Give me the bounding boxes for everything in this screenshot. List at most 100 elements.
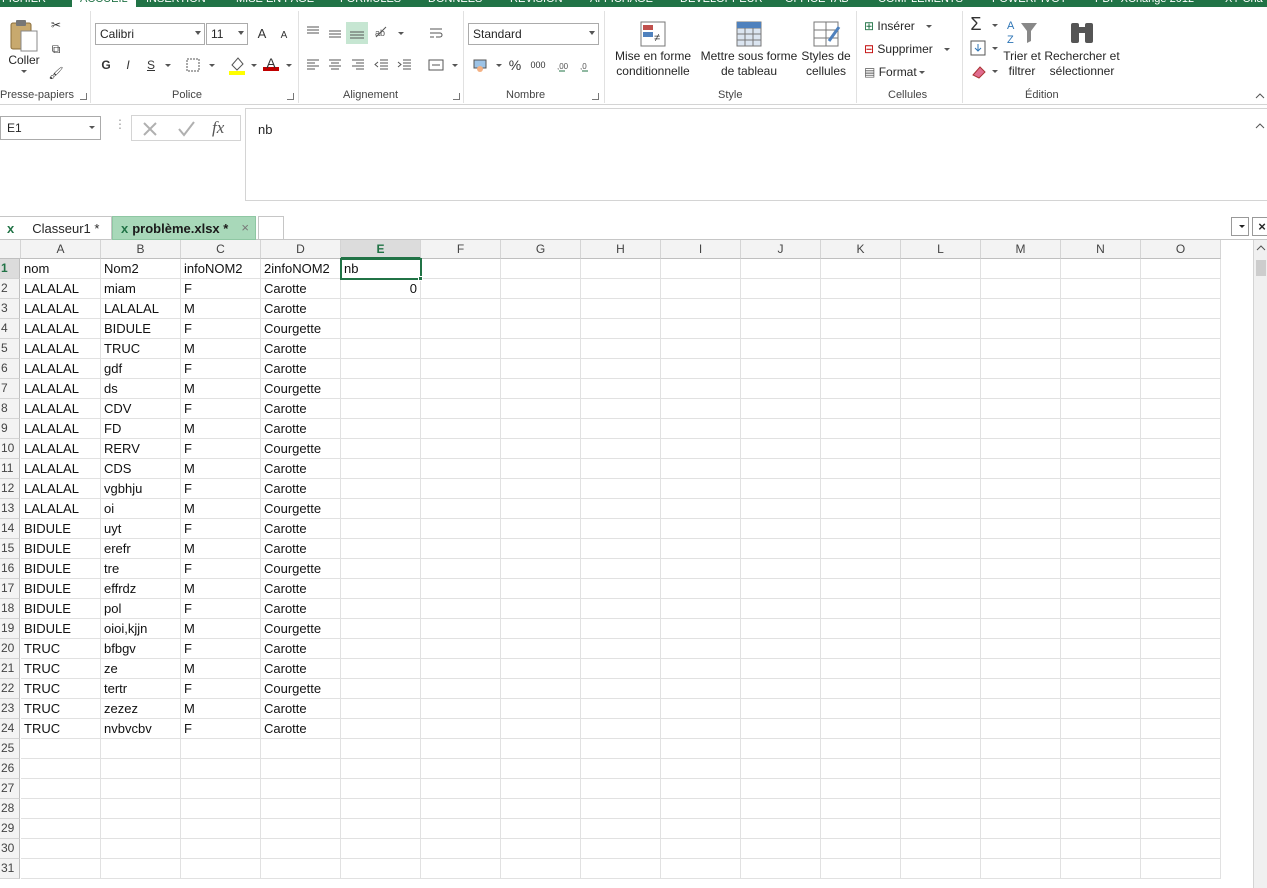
cell-f16[interactable]: [421, 559, 501, 579]
cell-f29[interactable]: [421, 819, 501, 839]
ribbon-tab[interactable]: FICHIER: [2, 0, 46, 5]
cell-m4[interactable]: [981, 319, 1061, 339]
cell-n19[interactable]: [1061, 619, 1141, 639]
chevron-down-icon[interactable]: [496, 64, 502, 67]
row-header[interactable]: 5: [0, 339, 20, 359]
cell-e5[interactable]: [341, 339, 421, 359]
cell-g11[interactable]: [501, 459, 581, 479]
row-header[interactable]: 13: [0, 499, 20, 519]
column-header-i[interactable]: I: [661, 240, 741, 259]
cell-j19[interactable]: [741, 619, 821, 639]
cell-m22[interactable]: [981, 679, 1061, 699]
cell-i7[interactable]: [661, 379, 741, 399]
fill-down-icon[interactable]: [970, 40, 986, 56]
align-left-icon[interactable]: [305, 57, 321, 73]
cell-o5[interactable]: [1141, 339, 1221, 359]
cell-o1[interactable]: [1141, 259, 1221, 279]
cell-a19[interactable]: BIDULE: [21, 619, 101, 639]
ribbon-tab[interactable]: RÉVISION: [510, 0, 563, 5]
row-header[interactable]: 15: [0, 539, 20, 559]
cell-m19[interactable]: [981, 619, 1061, 639]
cell-d25[interactable]: [261, 739, 341, 759]
cell-o14[interactable]: [1141, 519, 1221, 539]
orientation-icon[interactable]: ab: [373, 24, 391, 40]
cell-d1[interactable]: 2infoNOM2: [261, 259, 341, 279]
cell-f24[interactable]: [421, 719, 501, 739]
cell-k11[interactable]: [821, 459, 901, 479]
cell-e17[interactable]: [341, 579, 421, 599]
workbook-tab-probleme[interactable]: x problème.xlsx * ×: [112, 216, 256, 240]
cell-f13[interactable]: [421, 499, 501, 519]
cell-m16[interactable]: [981, 559, 1061, 579]
ribbon-tab[interactable]: COMPLÉMENTS: [878, 0, 963, 5]
column-header-n[interactable]: N: [1061, 240, 1141, 259]
cell-l26[interactable]: [901, 759, 981, 779]
cell-b2[interactable]: miam: [101, 279, 181, 299]
cell-n4[interactable]: [1061, 319, 1141, 339]
cell-f17[interactable]: [421, 579, 501, 599]
cell-m2[interactable]: [981, 279, 1061, 299]
cell-n18[interactable]: [1061, 599, 1141, 619]
cell-e23[interactable]: [341, 699, 421, 719]
cell-f9[interactable]: [421, 419, 501, 439]
cell-m10[interactable]: [981, 439, 1061, 459]
decrease-decimal-icon[interactable]: ,0: [580, 57, 598, 73]
cell-e18[interactable]: [341, 599, 421, 619]
cell-c24[interactable]: F: [181, 719, 261, 739]
cell-l13[interactable]: [901, 499, 981, 519]
cell-d15[interactable]: Carotte: [261, 539, 341, 559]
cell-e22[interactable]: [341, 679, 421, 699]
cell-l14[interactable]: [901, 519, 981, 539]
increase-decimal-icon[interactable]: ,00: [557, 57, 575, 73]
cell-b30[interactable]: [101, 839, 181, 859]
row-header[interactable]: 28: [0, 799, 20, 819]
cell-m12[interactable]: [981, 479, 1061, 499]
row-header[interactable]: 30: [0, 839, 20, 859]
cell-g14[interactable]: [501, 519, 581, 539]
cell-e2[interactable]: 0: [341, 279, 421, 299]
chevron-down-icon[interactable]: [992, 24, 998, 27]
cell-j9[interactable]: [741, 419, 821, 439]
cell-o15[interactable]: [1141, 539, 1221, 559]
cell-h26[interactable]: [581, 759, 661, 779]
cell-j16[interactable]: [741, 559, 821, 579]
cell-k4[interactable]: [821, 319, 901, 339]
cell-n5[interactable]: [1061, 339, 1141, 359]
cell-n12[interactable]: [1061, 479, 1141, 499]
cell-b1[interactable]: Nom2: [101, 259, 181, 279]
cell-d11[interactable]: Carotte: [261, 459, 341, 479]
cell-m13[interactable]: [981, 499, 1061, 519]
cell-o18[interactable]: [1141, 599, 1221, 619]
cell-d2[interactable]: Carotte: [261, 279, 341, 299]
cell-c14[interactable]: F: [181, 519, 261, 539]
cell-i20[interactable]: [661, 639, 741, 659]
cell-l18[interactable]: [901, 599, 981, 619]
cell-l5[interactable]: [901, 339, 981, 359]
cell-c4[interactable]: F: [181, 319, 261, 339]
cell-l4[interactable]: [901, 319, 981, 339]
cell-c7[interactable]: M: [181, 379, 261, 399]
underline-button[interactable]: S: [143, 57, 159, 73]
cell-a21[interactable]: TRUC: [21, 659, 101, 679]
cell-n25[interactable]: [1061, 739, 1141, 759]
cell-h22[interactable]: [581, 679, 661, 699]
cell-a15[interactable]: BIDULE: [21, 539, 101, 559]
cell-o13[interactable]: [1141, 499, 1221, 519]
cell-g30[interactable]: [501, 839, 581, 859]
cell-m17[interactable]: [981, 579, 1061, 599]
cell-c23[interactable]: M: [181, 699, 261, 719]
cell-d28[interactable]: [261, 799, 341, 819]
cell-m21[interactable]: [981, 659, 1061, 679]
insert-function-icon[interactable]: fx: [212, 118, 224, 138]
cell-n26[interactable]: [1061, 759, 1141, 779]
cell-g15[interactable]: [501, 539, 581, 559]
cell-j11[interactable]: [741, 459, 821, 479]
cell-n6[interactable]: [1061, 359, 1141, 379]
cell-e30[interactable]: [341, 839, 421, 859]
cell-a12[interactable]: LALALAL: [21, 479, 101, 499]
cell-i16[interactable]: [661, 559, 741, 579]
close-tab-icon[interactable]: ×: [241, 220, 249, 235]
column-header-c[interactable]: C: [181, 240, 261, 259]
cell-h14[interactable]: [581, 519, 661, 539]
fill-color-icon[interactable]: [228, 55, 246, 75]
